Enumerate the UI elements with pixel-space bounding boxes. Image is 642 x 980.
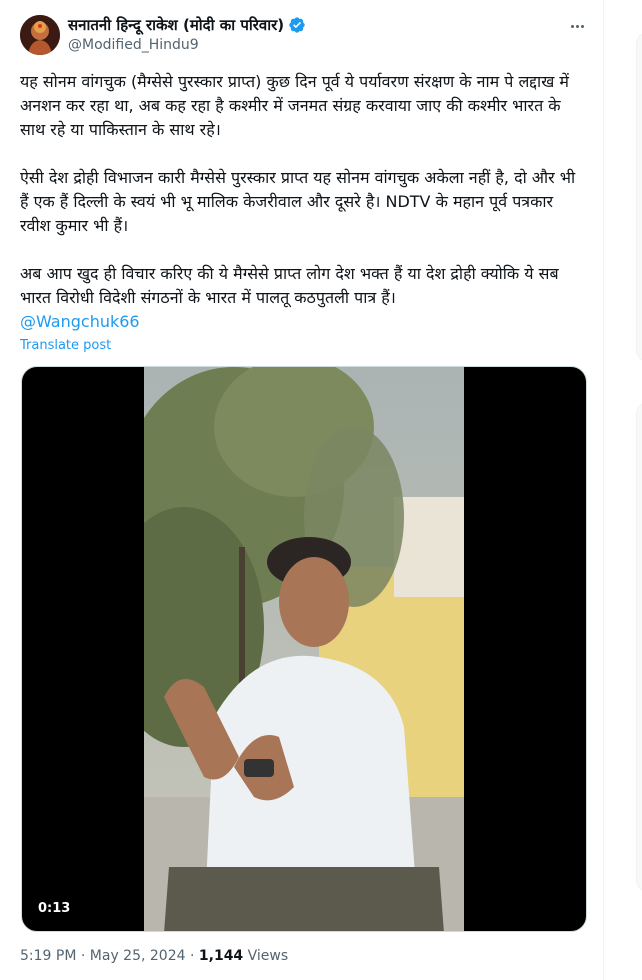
more-options-icon[interactable] <box>566 16 588 36</box>
author-display-name[interactable]: सनातनी हिन्दू राकेश (मोदी का परिवार) <box>68 15 284 35</box>
video-player[interactable]: 0:13 <box>21 366 587 932</box>
sidebar-card-2 <box>636 402 642 892</box>
video-duration: 0:13 <box>32 898 77 919</box>
post-time[interactable]: 5:19 PM <box>20 948 76 964</box>
meta-separator: · <box>80 948 86 964</box>
tweet-paragraph-3: अब आप खुद ही विचार करिए की ये मैग्सेसे प… <box>20 264 564 307</box>
tweet-paragraph-2: ऐसी देश द्रोही विभाजन कारी मैग्सेसे पुरस… <box>20 168 581 235</box>
mention-link[interactable]: @Wangchuk66 <box>20 310 140 334</box>
views-count: 1,144 <box>198 948 244 964</box>
author-avatar[interactable] <box>20 15 60 55</box>
author-handle[interactable]: @Modified_Hindu9 <box>68 37 199 53</box>
tweet-paragraph-1: यह सोनम वांगचुक (मैग्सेसे पुरस्कार प्राप… <box>20 72 575 139</box>
translate-post-link[interactable]: Translate post <box>20 338 111 353</box>
meta-separator-2: · <box>189 948 195 964</box>
tweet-metadata: 5:19 PM · May 25, 2024 · 1,144 Views <box>20 948 288 964</box>
avatar-image <box>20 15 60 55</box>
post-date[interactable]: May 25, 2024 <box>90 948 186 964</box>
tweet-card: सनातनी हिन्दू राकेश (मोदी का परिवार) @Mo… <box>0 0 604 980</box>
views-label: Views <box>247 948 289 964</box>
video-thumbnail <box>144 367 464 931</box>
sidebar-card-1 <box>636 32 642 362</box>
tweet-body: यह सोनम वांगचुक (मैग्सेसे पुरस्कार प्राप… <box>20 70 586 334</box>
verified-badge-icon <box>289 17 305 33</box>
author-name-row: सनातनी हिन्दू राकेश (मोदी का परिवार) <box>68 14 306 36</box>
